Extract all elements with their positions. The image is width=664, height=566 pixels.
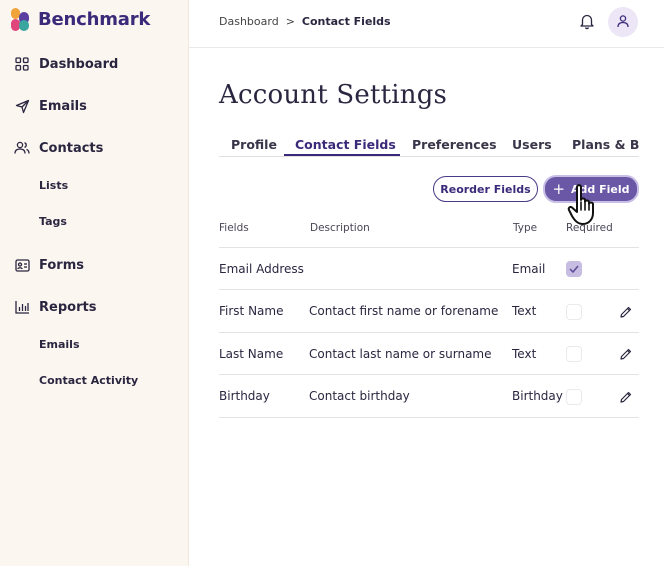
table-divider bbox=[219, 417, 639, 418]
table-cell-field: First Name bbox=[219, 304, 284, 318]
pencil-edit-icon[interactable] bbox=[619, 304, 633, 318]
sidebar-item-label: Reports bbox=[39, 299, 97, 315]
sidebar-item-emails[interactable]: Emails bbox=[14, 96, 87, 116]
brand-name: Benchmark bbox=[38, 8, 151, 30]
required-checkbox-checked bbox=[566, 261, 582, 277]
table-cell-type: Text bbox=[512, 304, 537, 318]
tab-plans-billing[interactable]: Plans & Billing bbox=[572, 137, 639, 152]
table-cell-description: Contact birthday bbox=[309, 389, 410, 403]
bar-chart-icon bbox=[14, 299, 30, 315]
table-cell-field: Last Name bbox=[219, 347, 284, 361]
active-tab-indicator bbox=[284, 154, 400, 156]
table-cell-description: Contact last name or surname bbox=[309, 347, 492, 361]
sidebar-item-reports[interactable]: Reports bbox=[14, 297, 96, 317]
user-icon bbox=[616, 13, 630, 32]
sidebar-item-label: Contacts bbox=[39, 140, 104, 156]
required-checkbox[interactable] bbox=[566, 389, 582, 405]
user-avatar[interactable] bbox=[608, 7, 638, 37]
benchmark-logo-icon bbox=[10, 7, 32, 32]
id-card-icon bbox=[14, 257, 30, 273]
breadcrumb-separator: > bbox=[285, 15, 295, 28]
tab-profile[interactable]: Profile bbox=[231, 137, 277, 152]
table-divider bbox=[219, 247, 639, 248]
bell-icon[interactable] bbox=[578, 12, 596, 30]
sidebar-item-dashboard[interactable]: Dashboard bbox=[14, 54, 118, 74]
table-divider bbox=[219, 374, 639, 375]
top-header: Dashboard > Contact Fields bbox=[189, 0, 664, 48]
settings-tabs: Profile Contact Fields Preferences Users… bbox=[219, 133, 639, 157]
table-cell-type: Birthday bbox=[512, 389, 563, 403]
table-divider bbox=[219, 289, 639, 290]
sidebar-item-label: Dashboard bbox=[39, 56, 119, 72]
column-header-type: Type bbox=[513, 222, 538, 234]
sidebar-item-contacts[interactable]: Contacts bbox=[14, 138, 103, 158]
brand-logo[interactable]: Benchmark bbox=[10, 6, 150, 32]
grid-icon bbox=[14, 56, 30, 72]
sidebar-subitem-contact-activity[interactable]: Contact Activity bbox=[39, 374, 138, 387]
table-cell-type: Email bbox=[512, 262, 546, 276]
sidebar-item-label: Emails bbox=[39, 98, 87, 114]
plus-icon: + bbox=[552, 180, 566, 198]
column-header-fields: Fields bbox=[219, 222, 249, 234]
table-cell-type: Text bbox=[512, 347, 537, 361]
users-icon bbox=[14, 140, 30, 156]
sidebar-item-forms[interactable]: Forms bbox=[14, 255, 84, 275]
breadcrumb: Dashboard > Contact Fields bbox=[219, 15, 391, 28]
table-cell-field: Email Address bbox=[219, 262, 304, 276]
column-header-description: Description bbox=[310, 222, 370, 234]
table-cell-description: Contact first name or forename bbox=[309, 304, 499, 318]
breadcrumb-current: Contact Fields bbox=[301, 15, 391, 28]
breadcrumb-dashboard-link[interactable]: Dashboard bbox=[219, 15, 279, 28]
tab-contact-fields[interactable]: Contact Fields bbox=[295, 137, 396, 152]
pencil-edit-icon[interactable] bbox=[619, 389, 633, 403]
sidebar-subitem-tags[interactable]: Tags bbox=[39, 215, 67, 228]
table-cell-field: Birthday bbox=[219, 389, 270, 403]
required-checkbox[interactable] bbox=[566, 346, 582, 362]
paper-plane-icon bbox=[14, 98, 30, 114]
hand-pointer-cursor-icon bbox=[567, 183, 603, 227]
tab-preferences[interactable]: Preferences bbox=[412, 137, 497, 152]
table-divider bbox=[219, 332, 639, 333]
sidebar: Benchmark Dashboard Emails Contacts List… bbox=[0, 0, 189, 566]
required-checkbox[interactable] bbox=[566, 304, 582, 320]
sidebar-subitem-lists[interactable]: Lists bbox=[39, 179, 68, 192]
sidebar-item-label: Forms bbox=[39, 257, 84, 273]
page-title: Account Settings bbox=[219, 80, 448, 110]
tab-users[interactable]: Users bbox=[512, 137, 552, 152]
reorder-fields-button[interactable]: Reorder Fields bbox=[433, 176, 538, 202]
sidebar-subitem-report-emails[interactable]: Emails bbox=[39, 338, 80, 351]
pencil-edit-icon[interactable] bbox=[619, 346, 633, 360]
